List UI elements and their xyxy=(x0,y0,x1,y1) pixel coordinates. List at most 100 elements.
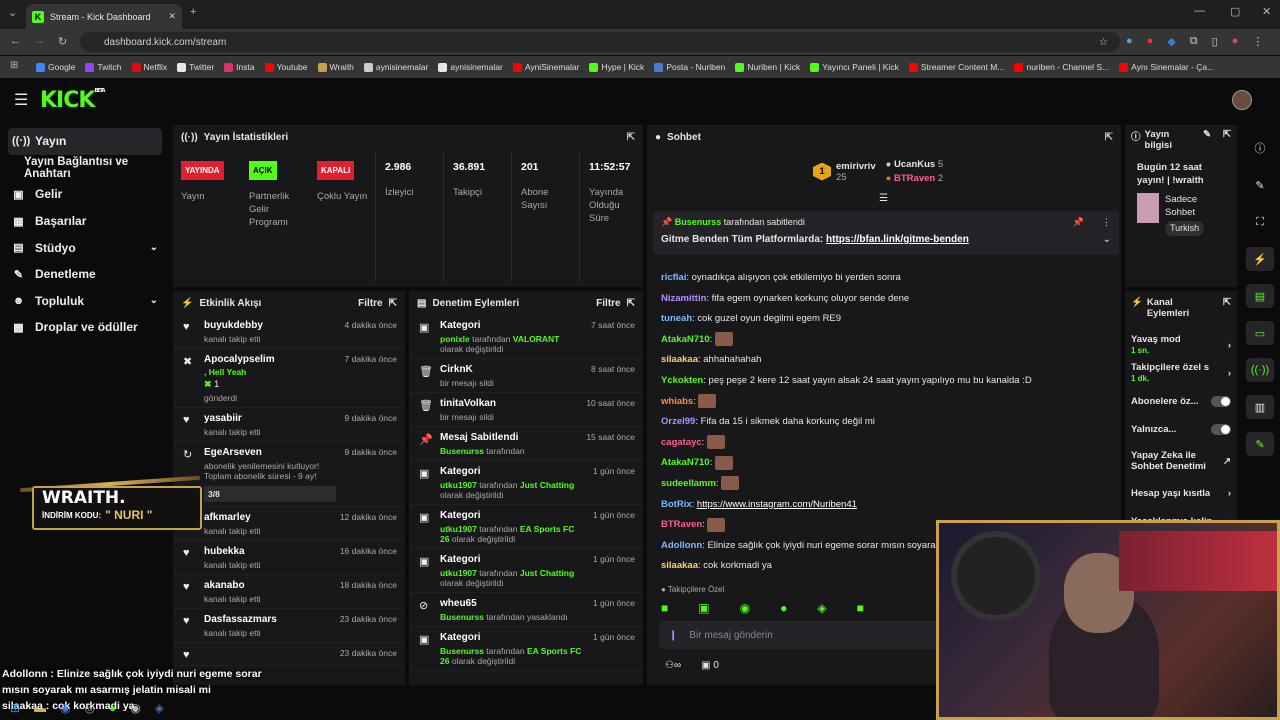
moderator-name[interactable]: utku1907 xyxy=(440,480,477,490)
discord-icon[interactable]: ◎ xyxy=(85,701,95,715)
bookmark-item[interactable]: Hype | Kick xyxy=(589,62,644,72)
profile-icon[interactable]: ● xyxy=(1232,35,1239,48)
popout-icon[interactable]: ⇱ xyxy=(627,132,635,143)
mic-icon[interactable]: ❙ xyxy=(669,630,677,641)
toggle-switch[interactable] xyxy=(1211,423,1231,435)
forward-icon[interactable]: → xyxy=(34,35,45,47)
folder-icon[interactable]: ▬ xyxy=(34,701,46,715)
chat-username[interactable]: silaakaa xyxy=(661,560,698,571)
channel-action-item[interactable]: Yalnızca... xyxy=(1125,415,1237,443)
channel-action-item[interactable]: Yavaş mod 1 sn. › xyxy=(1125,331,1237,359)
chat-icon[interactable]: ▭ xyxy=(1246,321,1274,345)
chrome-icon[interactable]: ◉ xyxy=(60,701,70,715)
sidebar-item-denetleme[interactable]: ✎ Denetleme xyxy=(0,261,170,288)
edit-icon[interactable]: ✎ xyxy=(1203,129,1211,140)
bookmark-item[interactable]: Nuriben | Kick xyxy=(735,62,800,72)
menu-dots-icon[interactable]: ⋮ xyxy=(1252,35,1263,48)
activity-user[interactable]: hubekka xyxy=(204,546,331,557)
chevron-down-icon[interactable]: ⌄ xyxy=(1103,234,1111,245)
broadcast-icon[interactable]: ((·)) xyxy=(1246,358,1274,382)
channel-action-item[interactable]: Takipçilere özel s1 dk. › xyxy=(1125,359,1237,387)
filter-button[interactable]: Filtre xyxy=(358,298,382,309)
chat-username[interactable]: sudeellamm xyxy=(661,478,716,489)
maximize-icon[interactable]: ▢ xyxy=(1230,5,1240,18)
chat-username[interactable]: silaakaa xyxy=(661,354,698,365)
users-icon[interactable]: ⚇∞ xyxy=(665,660,681,671)
puzzle-icon[interactable]: ⧉ xyxy=(1190,35,1198,48)
hamburger-menu-icon[interactable]: ☰ xyxy=(14,90,28,110)
bolt-icon[interactable]: ⚡ xyxy=(1246,247,1274,271)
moderator-name[interactable]: utku1907 xyxy=(440,524,477,534)
chat-username[interactable]: BotRix xyxy=(661,499,692,510)
extension-icon[interactable]: ● xyxy=(1147,35,1154,48)
popout-icon[interactable]: ⇱ xyxy=(1223,297,1231,308)
steam-icon[interactable]: ◈ xyxy=(155,701,164,715)
bookmark-item[interactable]: Google xyxy=(36,62,75,72)
activity-user[interactable]: afkmarley xyxy=(204,512,331,523)
chat-link[interactable]: https://www.instagram.com/Nuriben41 xyxy=(697,499,857,510)
chat-username[interactable]: Yckokten xyxy=(661,375,703,386)
moderator-name[interactable]: ponixle xyxy=(440,334,470,344)
moderator-name[interactable]: Busenurss xyxy=(440,646,484,656)
new-tab-icon[interactable]: + xyxy=(190,6,196,18)
bookmark-item[interactable]: Youtube xyxy=(264,62,308,72)
channel-action-item[interactable]: Abonelere öz... xyxy=(1125,387,1237,415)
bookmark-item[interactable]: nuriben - Channel S... xyxy=(1014,62,1109,72)
avatar[interactable] xyxy=(1232,90,1252,110)
bookmark-item[interactable]: AyniSinemalar xyxy=(512,62,579,72)
pinned-link[interactable]: https://bfan.link/gitme-benden xyxy=(826,234,969,245)
bookmark-item[interactable]: aynisinemalar xyxy=(363,62,428,72)
chat-username[interactable]: AtakaN710 xyxy=(661,334,710,345)
sidebar-item-topluluk[interactable]: ☻ Topluluk ⌄ xyxy=(0,288,170,315)
moderator-name[interactable]: Busenurss xyxy=(440,612,484,622)
emote-icon[interactable]: ● xyxy=(780,601,787,615)
activity-user[interactable]: yasabiir xyxy=(204,413,336,424)
emote-icon[interactable]: ■ xyxy=(857,601,864,615)
moderator-name[interactable]: utku1907 xyxy=(440,568,477,578)
activity-user[interactable]: akanabo xyxy=(204,580,331,591)
popout-icon[interactable]: ⇱ xyxy=(1223,129,1231,140)
document-icon[interactable]: ▤ xyxy=(1246,284,1274,308)
wrench-icon[interactable]: ✎ xyxy=(1246,432,1274,456)
url-input[interactable]: dashboard.kick.com/stream ☆ xyxy=(80,32,1120,52)
bookmark-item[interactable]: Netflix xyxy=(131,62,167,72)
external-link-icon[interactable]: ↗ xyxy=(1223,456,1231,467)
chat-username[interactable]: Nizamittin xyxy=(661,293,706,304)
obs-icon[interactable]: ◉ xyxy=(130,701,140,715)
activity-user[interactable]: Dasfassazmars xyxy=(204,614,331,625)
bookmark-item[interactable]: Wraith xyxy=(317,62,354,72)
chat-username[interactable]: AtakaN710 xyxy=(661,457,710,468)
toggle-switch[interactable] xyxy=(1211,395,1231,407)
apps-grid-icon[interactable]: ⊞ xyxy=(10,60,18,71)
kick-logo[interactable]: KICKBETA xyxy=(40,88,106,113)
moderation-log-icon[interactable]: ▥ xyxy=(1246,395,1274,419)
focus-icon[interactable]: ⛶ xyxy=(1246,210,1274,234)
tab-search-icon[interactable]: ⌄ xyxy=(8,6,17,19)
sidebar-item-yayin[interactable]: ((·)) Yayın xyxy=(8,128,162,155)
bookmark-item[interactable]: Twitch xyxy=(85,62,122,72)
spotify-icon[interactable]: ● xyxy=(109,701,116,715)
channel-action-item[interactable]: Hesap yaşı kısıtla › xyxy=(1125,479,1237,507)
unpin-icon[interactable]: 📌 xyxy=(1073,217,1084,228)
bookmark-item[interactable]: aynisinemalar xyxy=(438,62,503,72)
minimize-icon[interactable]: — xyxy=(1194,5,1205,17)
popout-icon[interactable]: ⇱ xyxy=(627,298,635,309)
activity-user[interactable]: buyukdebby xyxy=(204,320,336,331)
sidebar-item-basarilar[interactable]: ▦ Başarılar xyxy=(0,208,170,235)
bookmark-item[interactable]: Posta - Nuriben xyxy=(654,62,725,72)
chat-username[interactable]: cagatayc xyxy=(661,437,702,448)
filter-lines-icon[interactable]: ☰ xyxy=(879,193,888,204)
popout-icon[interactable]: ⇱ xyxy=(389,298,397,309)
info-icon[interactable]: ⓘ xyxy=(1246,136,1274,160)
filter-button[interactable]: Filtre xyxy=(596,298,620,309)
emote-icon[interactable]: ◈ xyxy=(817,601,826,615)
chat-username[interactable]: Adollonn xyxy=(661,540,702,551)
bookmark-item[interactable]: Streamer Content M... xyxy=(908,62,1004,72)
bookmark-item[interactable]: Yayıncı Paneli | Kick xyxy=(810,62,899,72)
chat-username[interactable]: Orzel99 xyxy=(661,416,695,427)
emote-icon[interactable]: ◉ xyxy=(740,601,750,615)
browser-tab[interactable]: K Stream - Kick Dashboard ✕ xyxy=(26,4,182,29)
chevron-right-icon[interactable]: › xyxy=(1228,368,1231,379)
emote-icon[interactable]: ▣ xyxy=(698,601,709,615)
chat-username[interactable]: BTRaven xyxy=(661,519,702,530)
